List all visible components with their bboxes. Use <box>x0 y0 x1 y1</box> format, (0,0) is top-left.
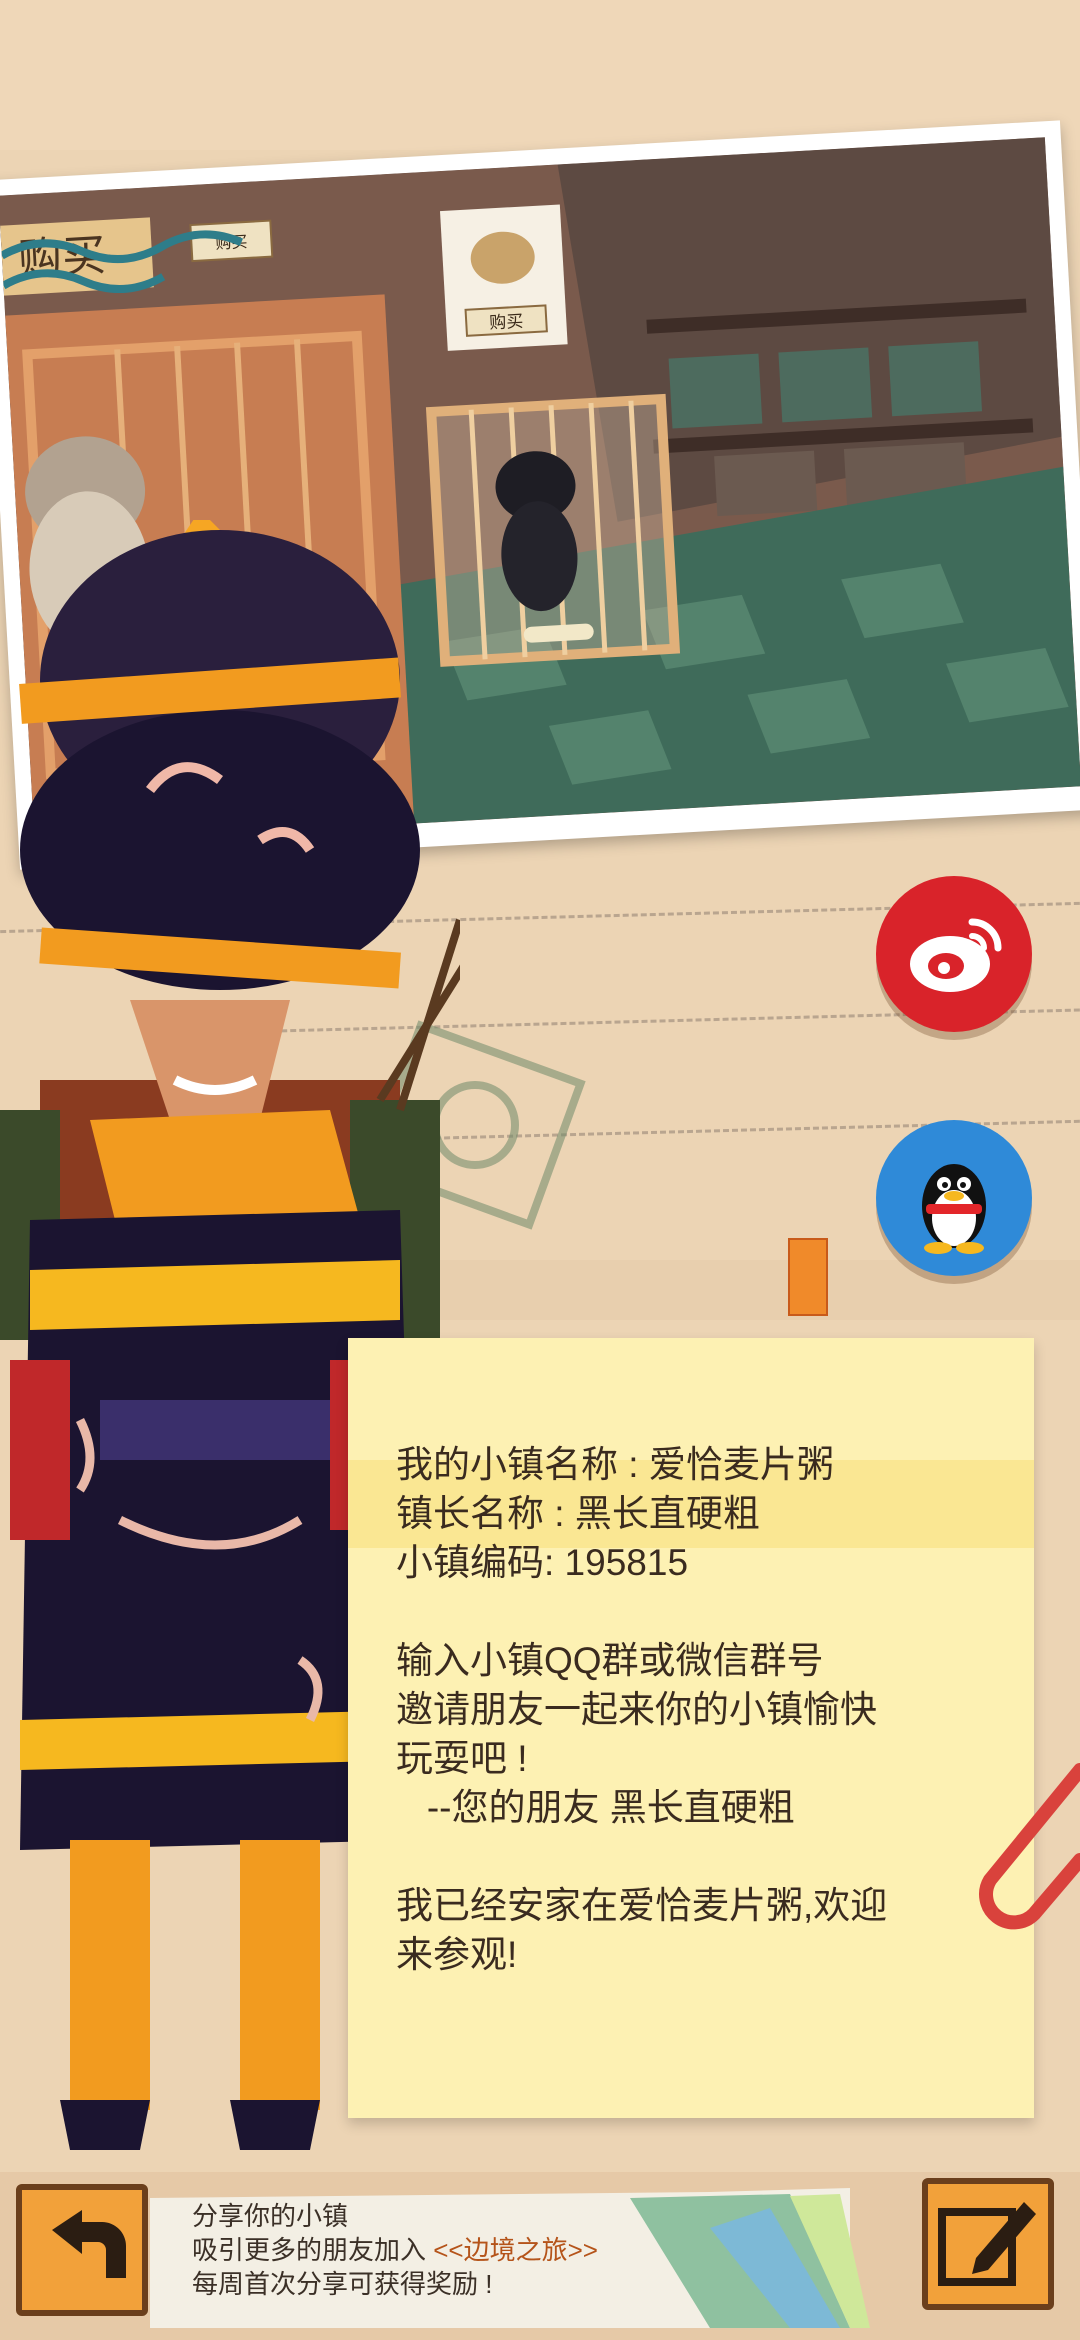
town-info-note: 我的小镇名称 : 爱恰麦片粥 镇长名称 : 黑长直硬粗 小镇编码: 195815… <box>348 1338 1034 2118</box>
paperclip-icon <box>979 1763 1080 1930</box>
invite-line-2: 邀请朋友一起来你的小镇愉快 <box>396 1689 877 1730</box>
back-button[interactable] <box>16 2184 148 2316</box>
edit-pen-icon <box>938 2202 1036 2286</box>
town-code-line: 小镇编码: 195815 <box>396 1542 689 1583</box>
share-qq-button[interactable] <box>876 1120 1032 1276</box>
share-subtitle: 吸引更多的朋友加入 <<边境之旅>> <box>192 2230 598 2267</box>
weibo-icon <box>910 918 1002 992</box>
share-subtitle-text: 吸引更多的朋友加入 <box>192 2235 434 2265</box>
back-arrow-icon <box>52 2210 126 2278</box>
town-name-line: 我的小镇名称 : 爱恰麦片粥 <box>396 1444 834 1485</box>
welcome-line-1: 我已经安家在爱恰麦片粥,欢迎 <box>396 1885 888 1926</box>
edit-button[interactable] <box>922 2178 1054 2310</box>
poster-buy-sign: 购买 <box>489 312 524 334</box>
welcome-line-2: 来参观! <box>396 1934 518 1975</box>
invite-line-3: 玩耍吧 ! <box>396 1738 528 1779</box>
share-weibo-button[interactable] <box>876 876 1032 1032</box>
invite-signature: --您的朋友 黑长直硬粗 <box>396 1787 795 1828</box>
game-title-link: <<边境之旅>> <box>433 2235 598 2265</box>
share-title: 分享你的小镇 <box>192 2201 349 2231</box>
red-envelope-icon <box>788 1238 828 1316</box>
mayor-name-line: 镇长名称 : 黑长直硬粗 <box>396 1493 760 1534</box>
share-town-banner[interactable]: 分享你的小镇 吸引更多的朋友加入 <<边境之旅>> 每周首次分享可获得奖励 ! <box>150 2188 870 2328</box>
invite-line-1: 输入小镇QQ群或微信群号 <box>396 1640 824 1681</box>
qq-penguin-icon <box>922 1164 986 1254</box>
share-reward-note: 每周首次分享可获得奖励 ! <box>192 2269 493 2299</box>
